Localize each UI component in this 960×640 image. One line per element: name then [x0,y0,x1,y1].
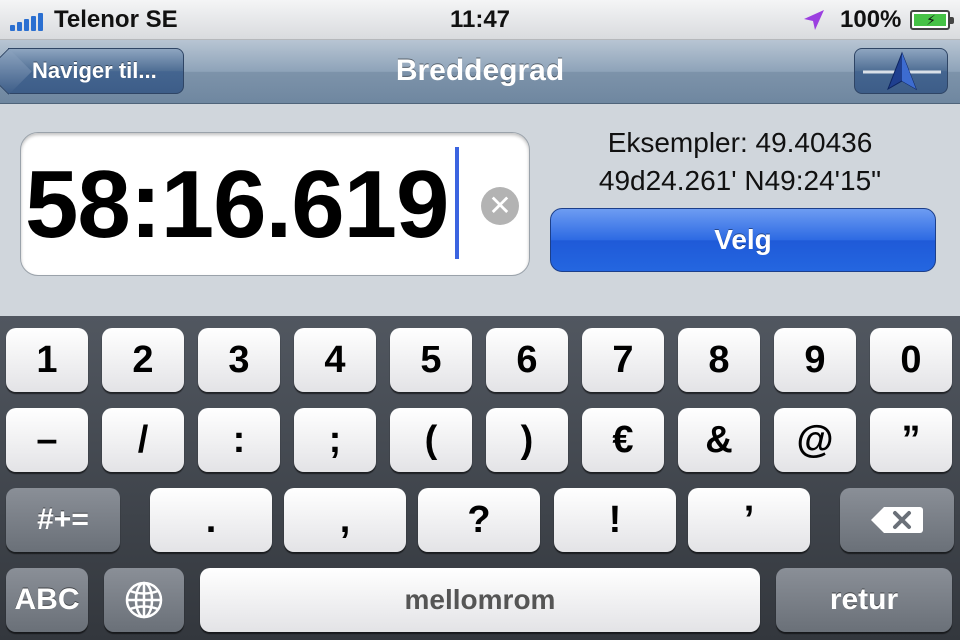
key[interactable]: 9 [774,328,856,392]
key[interactable]: 3 [198,328,280,392]
latitude-value: 58:16.619 [25,151,449,258]
clear-icon[interactable]: ✕ [481,187,519,225]
velg-button[interactable]: Velg [550,208,936,272]
key[interactable]: 1 [6,328,88,392]
key[interactable]: ; [294,408,376,472]
key[interactable]: ) [486,408,568,472]
key[interactable]: ’ [688,488,810,552]
text-caret [455,147,459,259]
examples-line-1: Eksempler: 49.40436 [607,127,873,158]
key[interactable]: / [102,408,184,472]
key[interactable]: & [678,408,760,472]
battery-charging-icon: ⚡ [910,10,954,30]
key[interactable]: , [284,488,406,552]
back-button-label: Naviger til... [32,58,157,83]
compass-arrow-icon [863,51,941,91]
key[interactable]: € [582,408,664,472]
globe-key[interactable] [104,568,184,632]
input-area: 58:16.619 ✕ Eksempler: 49.40436 49d24.26… [0,104,960,316]
key[interactable]: ( [390,408,472,472]
symbols-shift-key[interactable]: #+= [6,488,120,552]
compass-button[interactable] [854,48,948,94]
key[interactable]: 0 [870,328,952,392]
key[interactable]: 8 [678,328,760,392]
latitude-input[interactable]: 58:16.619 ✕ [20,132,530,276]
space-key[interactable]: mellomrom [200,568,760,632]
key[interactable]: 4 [294,328,376,392]
key[interactable]: 6 [486,328,568,392]
globe-icon [125,581,163,619]
delete-key[interactable] [840,488,954,552]
status-bar: Telenor SE 11:47 100% ⚡ [0,0,960,40]
key[interactable]: @ [774,408,856,472]
backspace-icon [871,507,923,533]
key[interactable]: ! [554,488,676,552]
battery-percent: 100% [840,6,902,33]
abc-key[interactable]: ABC [6,568,88,632]
examples-text: Eksempler: 49.40436 49d24.261' N49:24'15… [552,124,928,200]
key[interactable]: 7 [582,328,664,392]
back-button[interactable]: Naviger til... [8,48,184,94]
key[interactable]: ? [418,488,540,552]
return-key[interactable]: retur [776,568,952,632]
examples-line-2: 49d24.261' N49:24'15" [598,165,882,196]
key[interactable]: 2 [102,328,184,392]
key[interactable]: 5 [390,328,472,392]
key[interactable]: ” [870,408,952,472]
key[interactable]: . [150,488,272,552]
key[interactable]: : [198,408,280,472]
key[interactable]: – [6,408,88,472]
keyboard: 1 2 3 4 5 6 7 8 9 0 – / : ; ( ) € & @ ” … [0,316,960,640]
navigation-bar: Naviger til... Breddegrad [0,40,960,104]
location-arrow-icon [804,10,824,30]
